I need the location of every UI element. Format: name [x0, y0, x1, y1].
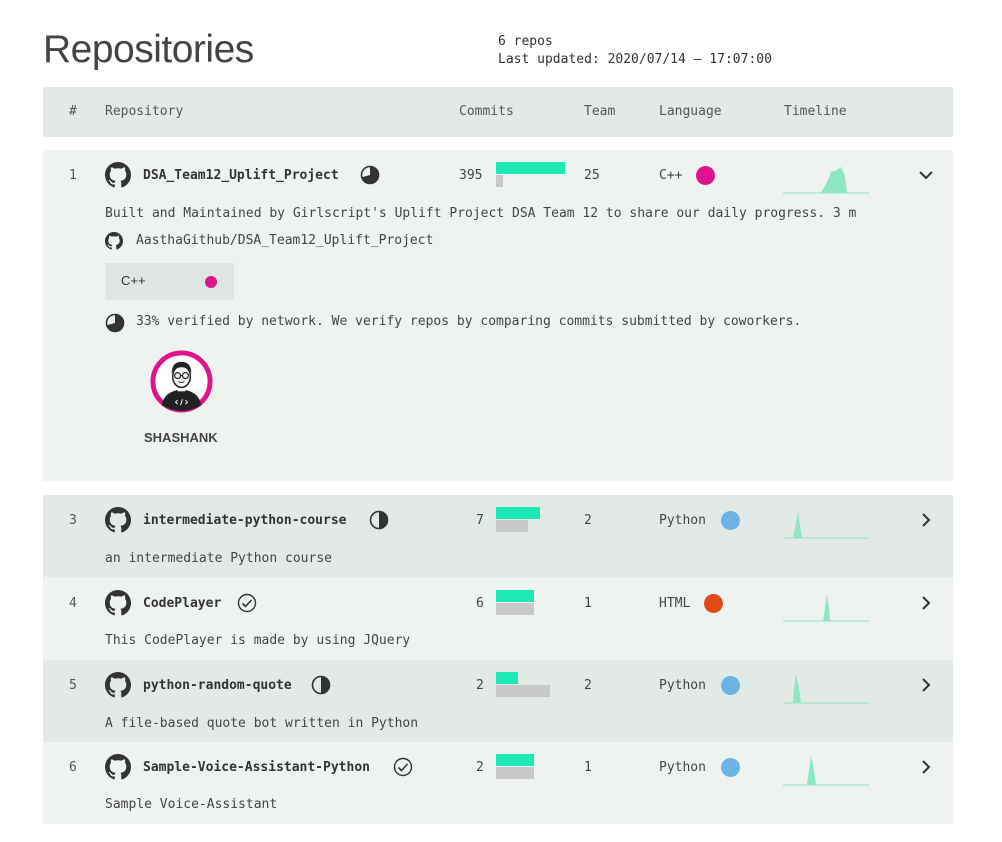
- check-circle-icon: [393, 757, 413, 777]
- github-icon: [105, 754, 131, 780]
- row-number: 4: [69, 596, 77, 611]
- repo-name[interactable]: python-random-quote: [143, 678, 292, 693]
- row-number: 3: [69, 513, 77, 528]
- chevron-right-icon[interactable]: [917, 511, 935, 529]
- commit-count: 2: [476, 760, 484, 775]
- language-color-dot: [721, 511, 740, 530]
- table-row[interactable]: 4 CodePlayer 6 1 HTML This CodePlayer is…: [43, 577, 953, 660]
- repo-description: A file-based quote bot written in Python: [105, 716, 419, 731]
- commit-bar: [496, 754, 534, 766]
- team-bar: [496, 767, 534, 779]
- commit-count: 2: [476, 678, 484, 693]
- commit-bar: [496, 672, 518, 684]
- chevron-down-icon[interactable]: [917, 166, 935, 184]
- chevron-right-icon[interactable]: [917, 594, 935, 612]
- github-icon: [105, 507, 131, 533]
- team-bar: [496, 175, 503, 187]
- chevron-right-icon[interactable]: [917, 676, 935, 694]
- repo-name[interactable]: Sample-Voice-Assistant-Python: [143, 760, 370, 775]
- language-color-dot: [696, 166, 715, 185]
- repo-description: Built and Maintained by Girlscript's Upl…: [105, 206, 857, 221]
- partial-verified-icon: [360, 165, 380, 185]
- timeline-sparkline: [783, 674, 869, 704]
- verification-text: 33% verified by network. We verify repos…: [136, 314, 802, 329]
- table-header: # Repository Commits Team Language Timel…: [43, 87, 953, 137]
- team-size: 2: [584, 678, 592, 693]
- timeline-sparkline: [783, 756, 869, 786]
- commit-count: 6: [476, 596, 484, 611]
- commit-bar: [496, 162, 565, 174]
- repo-name[interactable]: intermediate-python-course: [143, 513, 347, 528]
- half-verified-icon: [369, 510, 389, 530]
- language-color-dot: [704, 594, 723, 613]
- commit-bar: [496, 590, 534, 602]
- column-header-num: #: [69, 104, 77, 119]
- repo-name[interactable]: CodePlayer: [143, 596, 221, 611]
- table-row-expanded[interactable]: 1 DSA_Team12_Uplift_Project 395 25 C++ B…: [43, 150, 953, 481]
- partial-verified-icon: [105, 313, 125, 333]
- language-color-dot: [721, 758, 740, 777]
- half-verified-icon: [311, 675, 331, 695]
- repo-name[interactable]: DSA_Team12_Uplift_Project: [143, 168, 339, 183]
- contributor-name: SHASHANK: [144, 430, 218, 445]
- row-number: 1: [69, 168, 77, 183]
- commit-count: 7: [476, 513, 484, 528]
- repo-description: This CodePlayer is made by using JQuery: [105, 633, 411, 648]
- language-chip: C++: [105, 263, 234, 300]
- table-row[interactable]: 3 intermediate-python-course 7 2 Python …: [43, 495, 953, 577]
- team-size: 2: [584, 513, 592, 528]
- commit-bar: [496, 507, 540, 519]
- timeline-sparkline: [783, 167, 869, 194]
- team-size: 1: [584, 760, 592, 775]
- github-icon: [105, 672, 131, 698]
- team-bar: [496, 685, 550, 697]
- contributor-avatar[interactable]: [150, 350, 213, 413]
- github-icon: [105, 162, 131, 188]
- page-title: Repositories: [43, 28, 254, 71]
- table-row[interactable]: 5 python-random-quote 2 2 Python A file-…: [43, 660, 953, 742]
- repo-meta: 6 repos Last updated: 2020/07/14 – 17:07…: [498, 33, 772, 69]
- repo-full-name-link[interactable]: AasthaGithub/DSA_Team12_Uplift_Project: [136, 233, 433, 248]
- column-header-repository[interactable]: Repository: [105, 104, 183, 119]
- row-number: 6: [69, 760, 77, 775]
- language-color-dot: [721, 676, 740, 695]
- column-header-language[interactable]: Language: [659, 104, 722, 119]
- column-header-team[interactable]: Team: [584, 104, 615, 119]
- language-chip-label: C++: [121, 273, 146, 288]
- column-header-timeline: Timeline: [784, 104, 847, 119]
- column-header-commits[interactable]: Commits: [459, 104, 514, 119]
- language-label: C++: [659, 168, 683, 183]
- row-number: 5: [69, 678, 77, 693]
- chevron-right-icon[interactable]: [917, 758, 935, 776]
- language-color-dot: [205, 276, 217, 288]
- repo-count: 6 repos: [498, 34, 553, 49]
- team-bar: [496, 520, 528, 532]
- last-updated: Last updated: 2020/07/14 – 17:07:00: [498, 52, 772, 67]
- team-size: 1: [584, 596, 592, 611]
- team-size: 25: [584, 168, 600, 183]
- github-icon: [105, 590, 131, 616]
- table-row[interactable]: 6 Sample-Voice-Assistant-Python 2 1 Pyth…: [43, 742, 953, 824]
- repo-description: an intermediate Python course: [105, 551, 332, 566]
- language-label: Python: [659, 678, 706, 693]
- github-icon: [105, 232, 123, 250]
- timeline-sparkline: [783, 594, 869, 622]
- language-label: Python: [659, 760, 706, 775]
- language-label: HTML: [659, 596, 691, 611]
- timeline-sparkline: [783, 511, 869, 539]
- repo-description: Sample Voice-Assistant: [105, 797, 278, 812]
- check-circle-icon: [237, 593, 257, 613]
- commit-count: 395: [459, 168, 483, 183]
- language-label: Python: [659, 513, 706, 528]
- team-bar: [496, 603, 534, 615]
